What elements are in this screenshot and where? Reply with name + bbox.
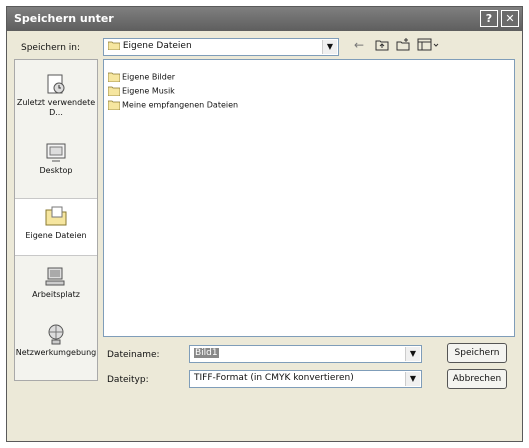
chevron-down-icon[interactable]: ▼ xyxy=(405,347,420,361)
view-menu-icon xyxy=(417,38,439,51)
save-in-dropdown[interactable]: Eigene Dateien ▼ xyxy=(103,38,339,56)
folder-icon xyxy=(107,86,121,97)
chevron-down-icon[interactable]: ▼ xyxy=(322,40,337,54)
place-network-label: Netzwerkumgebung xyxy=(15,348,97,357)
network-icon xyxy=(48,324,64,345)
desktop-icon xyxy=(46,143,66,162)
view-menu-button[interactable] xyxy=(417,38,441,54)
folder-icon xyxy=(107,41,121,51)
close-button[interactable]: ✕ xyxy=(501,10,519,27)
folder-icon xyxy=(107,72,121,83)
list-item[interactable]: Meine empfangenen Dateien xyxy=(107,100,239,111)
folder-icon xyxy=(107,100,121,111)
places-bar: Zuletzt verwendete D... Desktop Eigene D… xyxy=(14,59,98,381)
up-folder-icon xyxy=(375,40,389,51)
back-button[interactable]: ← xyxy=(354,38,368,54)
title-bar[interactable]: Speichern unter ? ✕ xyxy=(7,7,522,31)
up-folder-button[interactable] xyxy=(375,38,391,54)
save-as-dialog: Speichern unter ? ✕ Speichern in: Eigene… xyxy=(6,6,523,442)
computer-icon xyxy=(45,267,65,286)
place-my-documents[interactable]: Eigene Dateien xyxy=(15,198,97,256)
save-in-value: Eigene Dateien xyxy=(107,41,192,51)
new-folder-button[interactable] xyxy=(396,38,412,54)
place-my-computer-label: Arbeitsplatz xyxy=(32,290,80,299)
list-item[interactable]: Eigene Musik xyxy=(107,86,175,97)
filetype-dropdown[interactable]: TIFF-Format (in CMYK konvertieren) ▼ xyxy=(189,370,422,388)
filetype-value: TIFF-Format (in CMYK konvertieren) xyxy=(194,373,354,383)
window-title: Speichern unter xyxy=(14,12,114,25)
filename-value: Bild1 xyxy=(194,348,219,358)
place-desktop-label: Desktop xyxy=(39,166,73,175)
place-my-documents-label: Eigene Dateien xyxy=(25,231,87,240)
cancel-button[interactable]: Abbrechen xyxy=(447,369,507,389)
chevron-down-icon[interactable]: ▼ xyxy=(405,372,420,386)
list-item[interactable]: Eigene Bilder xyxy=(107,72,176,83)
save-in-label: Speichern in: xyxy=(21,43,80,53)
my-documents-folder-icon xyxy=(45,206,67,226)
save-button[interactable]: Speichern xyxy=(447,343,507,363)
list-item-label: Meine empfangenen Dateien xyxy=(122,100,239,110)
help-button[interactable]: ? xyxy=(480,10,498,27)
file-list[interactable]: Eigene Bilder Eigene Musik Meine empfang… xyxy=(103,59,515,337)
filename-label: Dateiname: xyxy=(107,350,160,360)
filename-text: Bild1 xyxy=(194,348,219,358)
save-in-location: Eigene Dateien xyxy=(122,41,192,51)
list-item-label: Eigene Bilder xyxy=(122,72,176,82)
place-my-computer[interactable]: Arbeitsplatz xyxy=(15,264,97,314)
filetype-label: Dateityp: xyxy=(107,375,149,385)
list-item-label: Eigene Musik xyxy=(122,86,175,96)
place-recent-label: Zuletzt verwendete D... xyxy=(16,98,96,117)
place-network[interactable]: Netzwerkumgebung xyxy=(15,322,97,378)
filename-field[interactable]: Bild1 ▼ xyxy=(189,345,422,363)
recent-documents-icon xyxy=(47,74,65,94)
place-recent[interactable]: Zuletzt verwendete D... xyxy=(15,72,97,132)
place-desktop[interactable]: Desktop xyxy=(15,140,97,190)
new-folder-icon xyxy=(396,38,410,51)
